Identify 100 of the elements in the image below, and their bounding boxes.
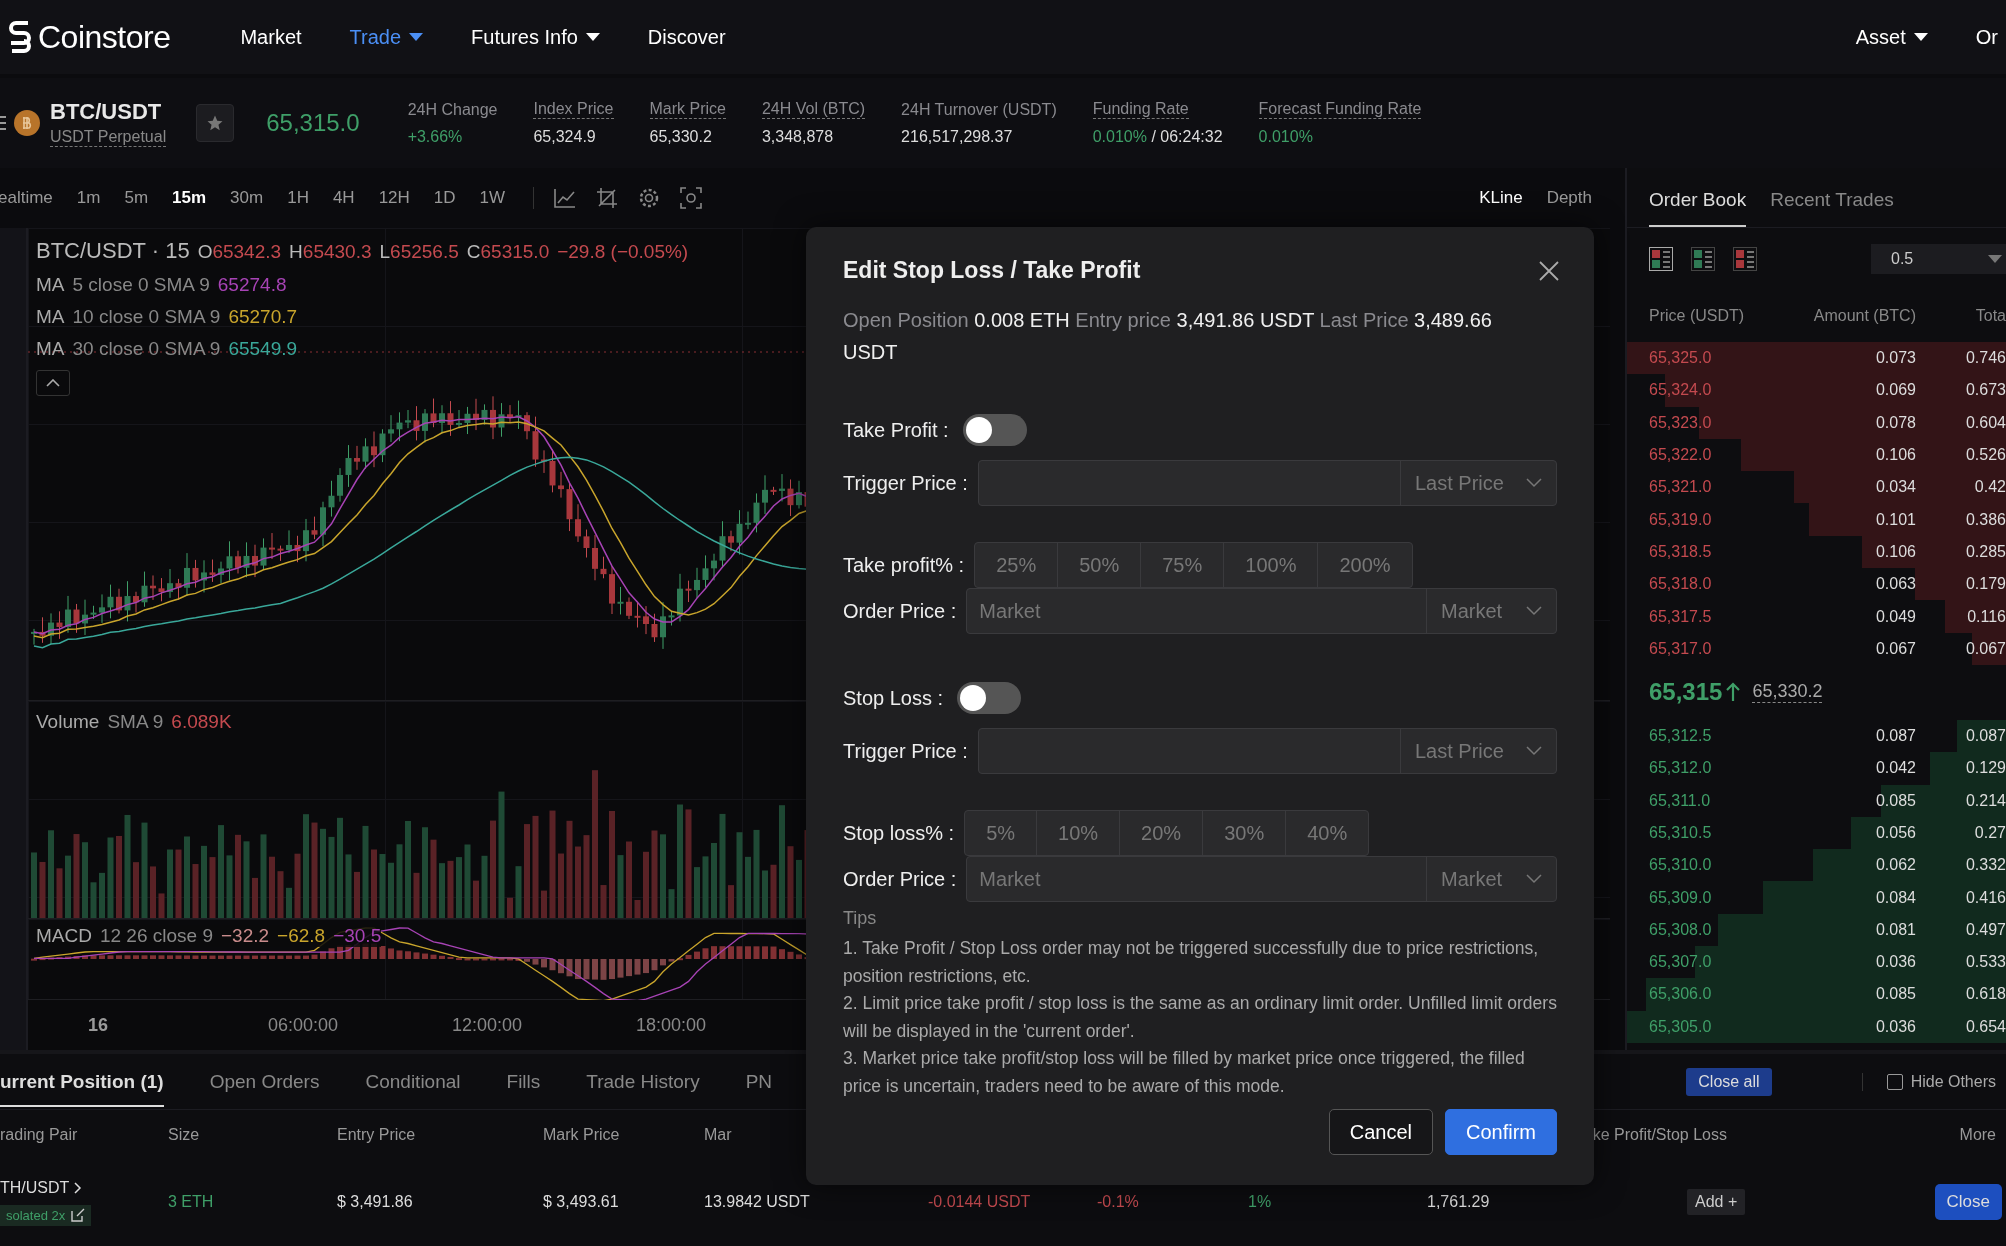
order-total: 0.618 (1964, 985, 2006, 1004)
ask-price: 65,318.0 (1649, 575, 1713, 594)
position-tab[interactable]: Open Orders (209, 1056, 320, 1107)
column-header: Entry Price (337, 1126, 416, 1144)
percent-option[interactable]: 5% (965, 811, 1037, 855)
order-amount: 0.101 (1874, 510, 1916, 529)
indicator-icon[interactable] (554, 188, 577, 208)
tip-text: 1. Take Profit / Stop Loss order may not be triggered successfully due to price restrictions, position restrictions, etc. (843, 937, 1540, 988)
nav-link[interactable]: Discover (647, 25, 726, 49)
interval-tab[interactable]: 30m (230, 188, 264, 208)
indicator-value: −32.2 (221, 925, 270, 947)
order-total: 0.673 (1964, 381, 2006, 400)
column-header: Mark Price (543, 1126, 620, 1144)
nav-link[interactable]: Trade (349, 25, 424, 49)
percent-option[interactable]: 200% (1317, 543, 1412, 587)
ohlc-value: H65430.3 (289, 241, 372, 263)
order-book-tab[interactable]: Recent Trades (1770, 189, 1894, 227)
percent-option[interactable]: 40% (1285, 811, 1369, 855)
order-total: 0.604 (1964, 413, 2006, 432)
trading-pair[interactable]: TH/USDT (0, 1178, 83, 1197)
interval-tab[interactable]: 1H (287, 188, 309, 208)
chevron-down-icon (1526, 606, 1542, 616)
edit-icon (71, 1208, 86, 1222)
chart-view-tab[interactable]: KLine (1479, 188, 1523, 208)
position-tab[interactable]: Trade History (586, 1056, 700, 1107)
tpsl-toggle[interactable] (957, 682, 1022, 714)
position-tab[interactable]: urrent Position (1) (0, 1056, 164, 1107)
percent-option[interactable]: 20% (1119, 811, 1203, 855)
price-step-select[interactable]: 0.5 (1871, 244, 2006, 274)
screenshot-icon[interactable] (680, 187, 703, 209)
column-header: Price (USDT) (1649, 307, 1746, 325)
table-cell: 1,761.29 (1427, 1193, 1490, 1211)
position-tab[interactable]: Conditional (365, 1056, 461, 1107)
book-layout-icon[interactable] (1733, 247, 1757, 271)
hide-others-checkbox[interactable]: Hide Others (1861, 1072, 1996, 1091)
interval-tab[interactable]: 1W (479, 188, 506, 208)
bid-price: 65,306.0 (1649, 985, 1713, 1004)
percent-option[interactable]: 10% (1036, 811, 1120, 855)
interval-tab[interactable]: 5m (124, 188, 149, 208)
chevron-down-icon (1526, 874, 1542, 884)
trigger-price-field[interactable]: Last Price (977, 728, 1557, 774)
contract-type: USDT Perpetual (50, 128, 167, 147)
tpsl-toggle[interactable] (962, 414, 1027, 446)
position-tab[interactable]: PN (745, 1056, 773, 1107)
close-all-button[interactable]: Close all (1686, 1067, 1772, 1096)
column-header: ke Profit/Stop Loss (1592, 1126, 1727, 1144)
caret-icon (585, 32, 600, 42)
bid-price: 65,312.5 (1649, 727, 1713, 746)
trigger-price-field[interactable]: Last Price (977, 460, 1557, 506)
symbol-name: BTC/USDT (50, 99, 163, 125)
bid-price: 65,307.0 (1649, 953, 1713, 972)
nav-link[interactable]: Asset (1855, 25, 1928, 49)
crop-icon[interactable] (596, 187, 619, 209)
stat-label: 24H Change (407, 100, 498, 119)
column-header: Size (168, 1126, 200, 1144)
percent-option[interactable]: 50% (1057, 543, 1141, 587)
confirm-button[interactable]: Confirm (1445, 1109, 1557, 1155)
close-position-button[interactable]: Close (1934, 1184, 2002, 1220)
collapse-button[interactable] (36, 370, 70, 396)
caret-icon (409, 32, 424, 42)
nav-link[interactable]: Or (1975, 25, 1998, 49)
close-icon[interactable] (1539, 260, 1559, 281)
stat-label: Mark Price (649, 100, 726, 119)
chart-view-tab[interactable]: Depth (1546, 188, 1592, 208)
field-label: Order Price : (843, 599, 957, 623)
indicator-value: −30.5 (333, 925, 382, 947)
order-amount: 0.106 (1874, 542, 1916, 561)
order-total: 0.116 (1966, 607, 2006, 626)
interval-tab[interactable]: 1m (76, 188, 101, 208)
order-amount: 0.085 (1874, 791, 1916, 810)
order-amount: 0.081 (1874, 920, 1916, 939)
price-type-select[interactable]: Last Price (1400, 461, 1556, 505)
indicator-value: 65274.8 (217, 274, 287, 296)
cancel-button[interactable]: Cancel (1328, 1109, 1433, 1155)
nav-link[interactable]: Market (240, 25, 302, 49)
order-type-select[interactable]: Market (1426, 589, 1556, 633)
caret-icon (1913, 32, 1928, 42)
price-type-select[interactable]: Last Price (1400, 729, 1556, 773)
stat-value: 65,324.9 (533, 128, 597, 146)
percent-option[interactable]: 25% (975, 543, 1058, 587)
book-layout-icon[interactable] (1691, 247, 1715, 271)
nav-link[interactable]: Futures Info (471, 25, 600, 49)
time-axis-label: 16 (88, 1014, 110, 1036)
book-layout-icon[interactable] (1649, 247, 1673, 271)
interval-tab[interactable]: 4H (332, 188, 355, 208)
percent-option[interactable]: 30% (1202, 811, 1286, 855)
interval-tab[interactable]: 15m (172, 188, 207, 208)
order-total: 0.179 (1964, 575, 2006, 594)
order-book-tab[interactable]: Order Book (1649, 189, 1747, 227)
order-type-select[interactable]: Market (1426, 857, 1556, 901)
order-price-field[interactable]: Market Market (966, 856, 1557, 902)
position-tab[interactable]: Fills (506, 1056, 541, 1107)
percent-option[interactable]: 75% (1140, 543, 1224, 587)
percent-option[interactable]: 100% (1223, 543, 1318, 587)
order-price-field[interactable]: Market Market (966, 588, 1557, 634)
interval-tab[interactable]: 12H (378, 188, 410, 208)
favorite-button[interactable] (196, 104, 235, 142)
settings-icon[interactable] (638, 187, 661, 209)
interval-tab[interactable]: 1D (433, 188, 456, 208)
add-tpsl-button[interactable]: Add + (1687, 1189, 1746, 1215)
